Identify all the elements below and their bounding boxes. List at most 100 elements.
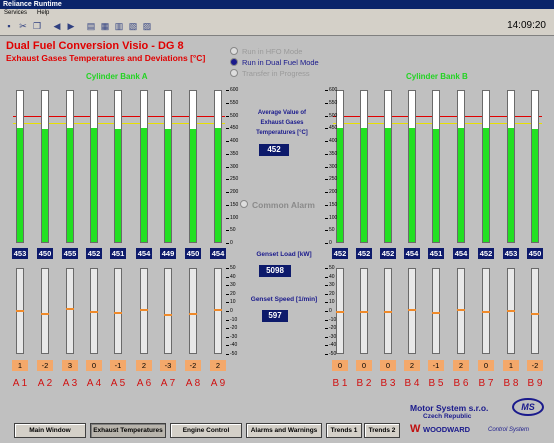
print-icon[interactable]: ▤ <box>86 21 96 31</box>
scale-tick <box>325 141 328 142</box>
dev-scale-label: 50 <box>230 265 236 271</box>
scale-tick <box>226 90 229 91</box>
temperature-fill <box>385 128 391 242</box>
nav-alarms-warnings[interactable]: Alarms and Warnings <box>246 423 322 438</box>
mode-transfer: Transfer in Progress <box>230 69 310 78</box>
temp-scale-label: 50 <box>329 227 335 234</box>
copy-icon[interactable]: ❐ <box>32 21 42 31</box>
temperature-value: 451 <box>110 248 126 259</box>
nav-exhaust-temperatures[interactable]: Exhaust Temperatures <box>90 423 166 438</box>
document-icon[interactable]: ▧ <box>128 21 138 31</box>
temperature-fill <box>433 128 439 242</box>
scale-tick <box>226 311 229 312</box>
scale-tick <box>226 354 229 355</box>
temperature-fill <box>361 128 367 242</box>
common-alarm: Common Alarm <box>240 200 315 210</box>
temperature-bar <box>384 90 392 243</box>
dev-scale-label: 50 <box>329 265 335 271</box>
deviation-marker <box>507 310 515 313</box>
scale-tick <box>325 302 328 304</box>
cylinder-label: A 6 <box>136 378 152 389</box>
deviation-bar <box>482 268 490 354</box>
nav-engine-control[interactable]: Engine Control <box>170 423 242 438</box>
scale-tick <box>226 268 229 269</box>
deviation-value: -1 <box>110 360 126 371</box>
temperature-value: 452 <box>332 248 348 259</box>
company-logo: MS <box>512 398 544 416</box>
scale-tick <box>226 328 229 330</box>
deviation-bar <box>90 268 98 354</box>
dev-scale-label: -20 <box>329 325 337 332</box>
nav-main-window[interactable]: Main Window <box>14 423 86 438</box>
scale-tick <box>226 276 229 278</box>
temperature-fill <box>215 127 221 242</box>
cylinder-label: A 3 <box>62 378 78 389</box>
scale-tick <box>226 153 229 155</box>
temperature-fill <box>532 128 538 242</box>
temperature-fill <box>141 127 147 242</box>
temperature-fill <box>458 127 464 242</box>
deviation-marker <box>384 311 392 313</box>
deviation-value: 0 <box>86 360 102 371</box>
scale-tick <box>226 128 229 130</box>
scale-tick <box>226 217 229 219</box>
back-icon[interactable]: ◀ <box>52 21 62 31</box>
cut-icon[interactable]: ✂ <box>18 21 28 31</box>
save-icon[interactable]: ▪ <box>4 21 14 31</box>
genset-speed-value: 597 <box>262 310 288 322</box>
document-icon[interactable]: ▦ <box>100 21 110 31</box>
cylinder-label: A 9 <box>210 378 226 389</box>
page-subtitle: Exhaust Gases Temperatures and Deviation… <box>6 53 206 63</box>
deviation-bar <box>189 268 197 354</box>
cylinder-label: A 7 <box>160 378 176 389</box>
deviation-bar <box>457 268 465 354</box>
scale-tick <box>226 302 229 304</box>
temp-scale-label: 450 <box>230 125 239 132</box>
temp-scale-label: 250 <box>329 176 338 183</box>
document-icon[interactable]: ▥ <box>114 21 124 31</box>
deviation-value: 0 <box>332 360 348 371</box>
nav-trends-2[interactable]: Trends 2 <box>364 423 400 438</box>
deviation-value: -1 <box>428 360 444 371</box>
forward-icon[interactable]: ▶ <box>66 21 76 31</box>
temperature-value: 453 <box>12 248 28 259</box>
scale-tick <box>325 328 328 330</box>
deviation-value: 2 <box>404 360 420 371</box>
cylinder-label: B 8 <box>503 378 519 389</box>
nav-trends-1[interactable]: Trends 1 <box>326 423 362 438</box>
temperature-fill <box>42 128 48 242</box>
dev-scale-label: 30 <box>329 282 335 289</box>
menu-help[interactable]: Help <box>37 10 49 16</box>
deviation-bar <box>16 268 24 354</box>
temp-scale-label: 350 <box>230 150 239 157</box>
scale-tick <box>325 204 328 206</box>
average-temp-value: 452 <box>259 144 289 156</box>
scale-tick <box>226 319 229 321</box>
temp-scale-label: 500 <box>329 112 338 119</box>
deviation-marker <box>41 312 49 315</box>
deviation-marker <box>140 309 148 312</box>
temperature-bar <box>457 90 465 243</box>
radio-icon <box>230 47 238 55</box>
temp-scale-label: 200 <box>230 189 239 195</box>
scale-tick <box>325 153 328 155</box>
deviation-marker <box>482 311 490 313</box>
deviation-marker <box>90 311 98 313</box>
temperature-fill <box>67 127 73 242</box>
temperature-bar <box>360 90 368 243</box>
deviation-value: 1 <box>12 360 28 371</box>
scale-tick <box>226 179 229 181</box>
scale-tick <box>325 102 328 104</box>
temperature-bar <box>16 90 24 243</box>
scale-tick <box>226 204 229 206</box>
deviation-value: 2 <box>136 360 152 371</box>
scale-tick <box>226 166 229 168</box>
document-icon[interactable]: ▨ <box>142 21 152 31</box>
menu-services[interactable]: Services <box>4 10 27 16</box>
dev-scale-label: -40 <box>329 342 337 349</box>
scale-tick <box>325 128 328 130</box>
page-title: Dual Fuel Conversion Visio - DG 8 <box>6 40 184 52</box>
temperature-fill <box>115 128 121 242</box>
cylinder-label: B 6 <box>453 378 469 389</box>
temperature-bar <box>66 90 74 243</box>
